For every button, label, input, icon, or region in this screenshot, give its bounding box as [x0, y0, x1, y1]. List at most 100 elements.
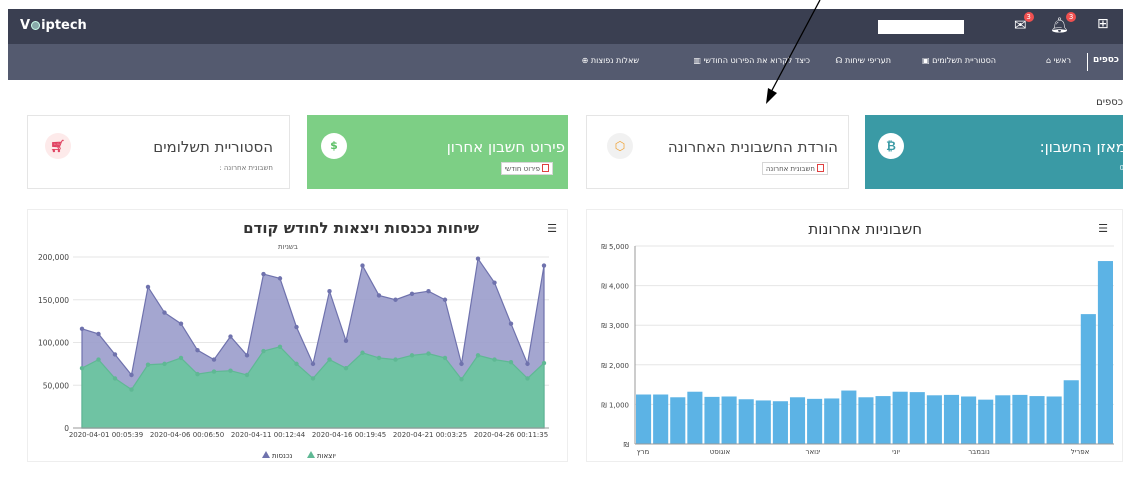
calls-x-tick-label: 2020-04-26 00:11:35 [474, 431, 548, 439]
calls-area-chart: 050,000100,000150,000200,0002020-04-01 0… [38, 253, 549, 460]
invoices-y-tick-label: ₪ 5,000 [601, 243, 629, 251]
invoice-bar [738, 399, 754, 444]
invoice-bar [926, 395, 942, 444]
invoices-chart-panel: חשבוניות אחרונות ☰ ₪ ₪ 1,000 ₪ 2,000 ₪ 3,00… [586, 209, 1123, 462]
calls-data-point [96, 357, 101, 362]
invoices-bar-chart: ₪ ₪ 1,000 ₪ 2,000 ₪ 3,000 ₪ 4,000 ₪ 5,000 מרץ א… [601, 243, 1114, 456]
invoice-bar [772, 401, 788, 444]
calls-data-point [459, 361, 464, 367]
calls-data-point [228, 368, 233, 373]
last-bill-details-title: פירוט חשבון אחרון [446, 138, 565, 156]
invoice-bar [995, 395, 1011, 444]
calls-data-point [525, 376, 530, 381]
calls-data-point [277, 276, 283, 281]
invoice-bar [978, 399, 994, 444]
calls-data-point [195, 371, 200, 377]
calls-data-point [310, 376, 316, 381]
calls-y-tick-label: 150,000 [38, 296, 69, 305]
calls-data-point [442, 355, 448, 361]
invoices-y-tick-label: ₪ [624, 441, 630, 449]
download-invoice-card[interactable]: הורדת החשבונית האחרונה חשבונית אחרונה ⬡ [586, 115, 849, 189]
calls-data-point [112, 376, 118, 381]
calls-data-point [508, 321, 514, 326]
calls-data-point [343, 365, 349, 371]
payment-history-card[interactable]: הסטוריית תשלומים חשבונית אחרונה : 🛒︎ [27, 115, 290, 189]
calls-data-point [79, 326, 85, 332]
calls-data-point [475, 256, 481, 261]
calls-y-tick-label: 200,000 [38, 253, 69, 262]
calls-data-point [409, 291, 415, 296]
calls-x-tick-label: 2020-04-01 00:05:39 [69, 431, 143, 439]
calls-data-point [145, 362, 151, 367]
calls-data-point [426, 351, 431, 356]
invoice-bar [704, 396, 720, 444]
pdf-icon [542, 164, 549, 172]
calls-data-point [162, 310, 167, 315]
invoice-bar [1029, 396, 1045, 444]
calls-data-point [459, 377, 464, 382]
pdf-icon [817, 164, 824, 172]
calls-data-point [376, 355, 382, 361]
calls-data-point [129, 387, 134, 392]
calls-data-point [541, 360, 547, 366]
legend-outgoing-marker [307, 451, 315, 458]
calls-data-point [228, 334, 233, 339]
invoices-y-tick-label: ₪ 3,000 [601, 322, 629, 330]
page-root: Viptech ✉ 3 🔔︎ 3 ⊞ כספים ראשי ⌂ הסטוריית ת… [0, 0, 1123, 480]
calls-data-point [327, 357, 332, 362]
calls-data-point [178, 321, 184, 326]
invoice-bar [841, 390, 857, 444]
invoice-bar [721, 396, 737, 444]
bitcoin-icon: ₿ [878, 133, 904, 159]
calls-data-point [211, 369, 217, 374]
legend-outgoing-label: יוצאות [317, 452, 336, 460]
invoices-x-tick-label: יוני [892, 448, 900, 456]
invoice-bar [892, 391, 908, 444]
last-bill-details-card[interactable]: פירוט חשבון אחרון פירוט חודשי $ [307, 115, 568, 189]
invoices-x-tick-label: נובמבר [968, 448, 990, 456]
calls-data-point [195, 347, 200, 353]
invoice-bar [1063, 380, 1079, 444]
invoices-y-tick-label: ₪ 2,000 [601, 362, 629, 370]
calls-data-point [409, 353, 415, 358]
invoice-bar [1097, 261, 1113, 444]
invoice-bar [653, 394, 669, 444]
calls-data-point [261, 271, 266, 277]
invoice-bar [636, 394, 652, 444]
invoices-x-tick-label: ינואר [806, 448, 821, 456]
calls-data-point [541, 263, 547, 268]
calls-data-point [442, 297, 448, 302]
invoice-bar [789, 397, 806, 444]
calls-data-point [393, 297, 398, 302]
calls-data-point [492, 357, 497, 362]
calls-data-point [360, 350, 365, 355]
calls-data-point [426, 289, 431, 294]
calls-data-point [508, 359, 514, 365]
calls-data-point [310, 361, 316, 367]
invoice-bar [858, 397, 874, 444]
calls-data-point [244, 372, 250, 378]
calls-data-point [376, 293, 382, 298]
account-balance-card[interactable]: מאזן החשבון: 0 ₿ [865, 115, 1123, 189]
calls-x-tick-label: 2020-04-11 00:12:44 [231, 431, 306, 439]
invoice-bar [1080, 314, 1096, 444]
calls-data-point [112, 352, 118, 357]
invoices-y-tick-label: ₪ 1,000 [601, 401, 629, 409]
invoice-bar [943, 394, 960, 444]
download-invoice-title: הורדת החשבונית האחרונה [667, 138, 838, 156]
calls-x-tick-label: 2020-04-06 00:06:50 [150, 431, 224, 439]
legend-incoming-label: נכנסות [272, 452, 293, 460]
account-balance-value: 0 [1119, 164, 1123, 172]
calls-x-tick-label: 2020-04-21 00:03:25 [393, 431, 467, 439]
invoice-bar [670, 397, 686, 444]
invoice-bar [755, 400, 771, 444]
calls-data-point [96, 331, 101, 337]
calls-data-point [129, 372, 134, 378]
calls-chart-panel: שיחות נכנסות ויצאות לחודש קודם בשניות ☰ … [27, 209, 568, 462]
monthly-details-pdf-link[interactable]: פירוט חודשי [500, 162, 553, 175]
calls-data-point [343, 338, 349, 343]
cart-icon: 🛒︎ [45, 133, 71, 159]
last-invoice-pdf-link[interactable]: חשבונית אחרונה [761, 162, 828, 175]
legend-incoming-marker [262, 451, 270, 458]
calls-data-point [294, 324, 299, 330]
